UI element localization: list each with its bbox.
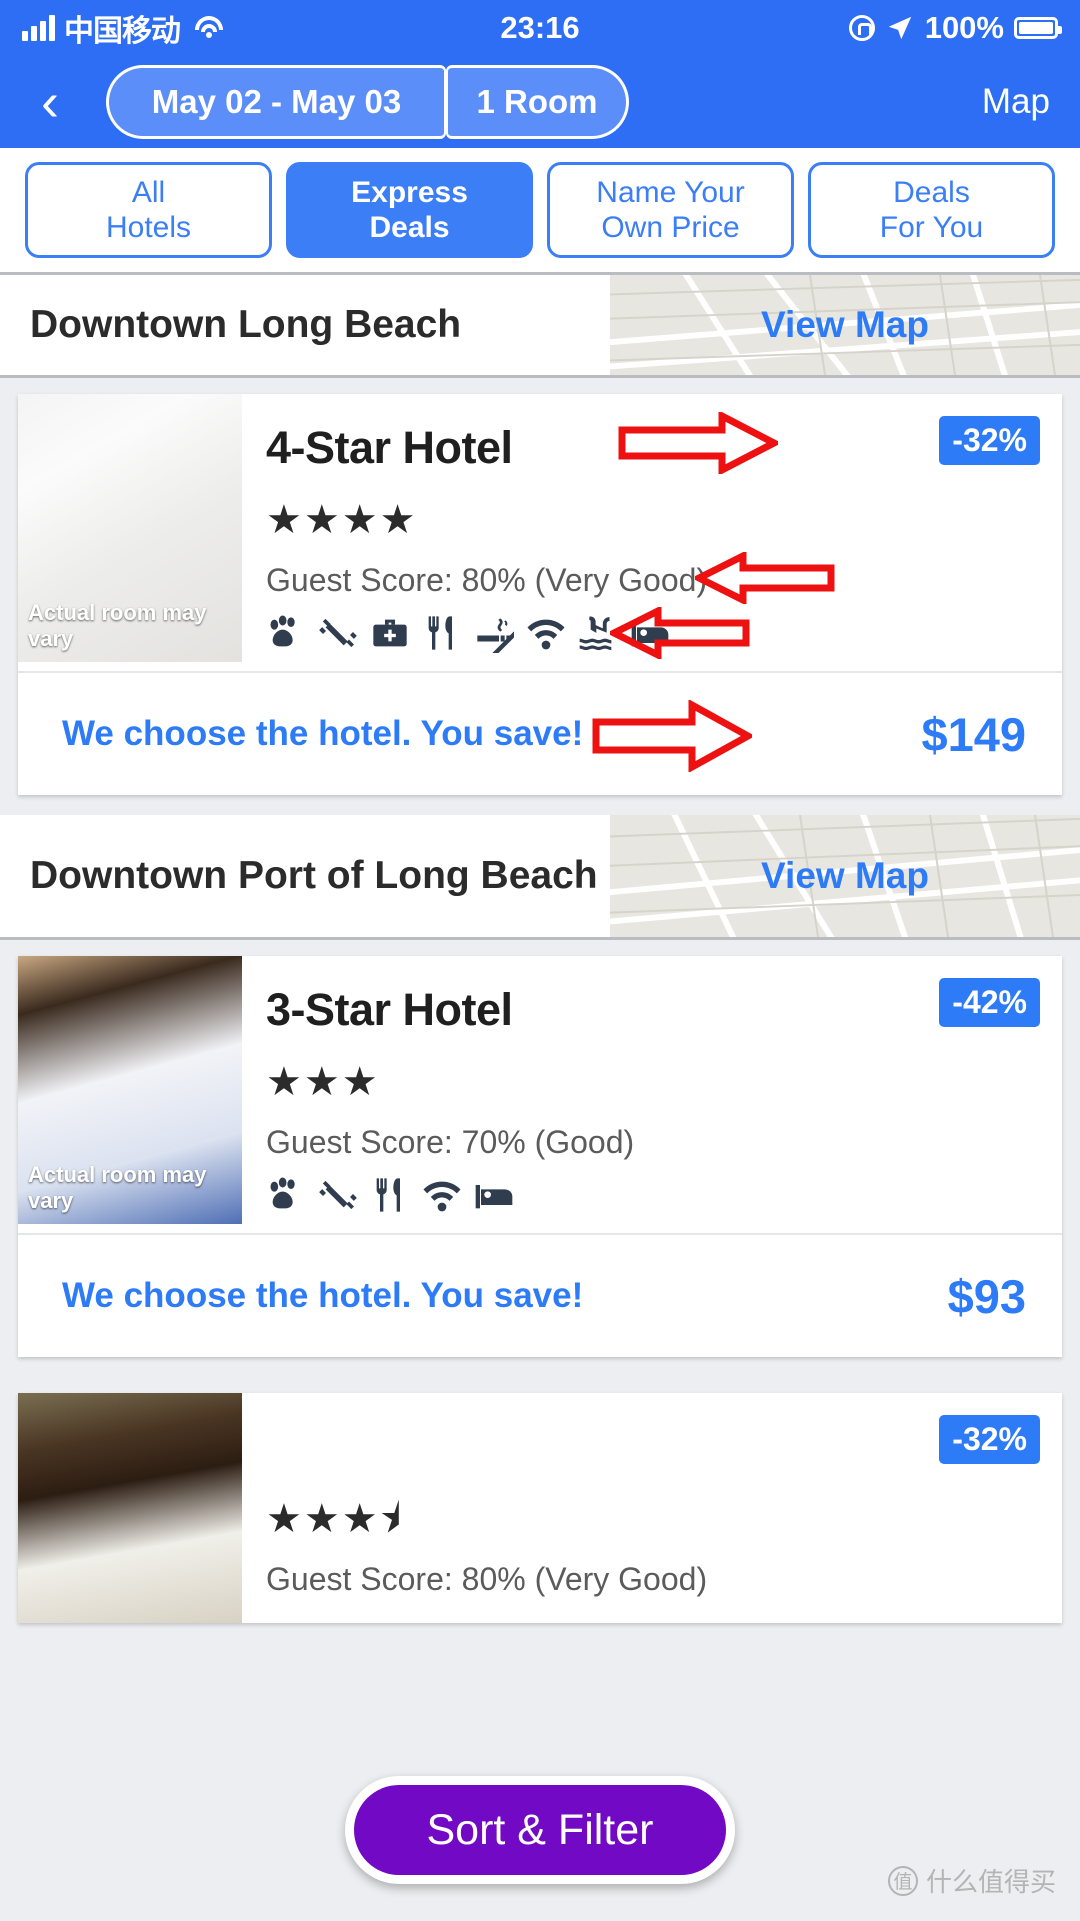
tab-name-your-own-price[interactable]: Name Your Own Price [547,162,794,258]
hotel-card-wrapper-1: Actual room may vary -32% 4-Star Hotel ★… [0,378,1080,815]
hotel-info: -32% ★★★⯨ Guest Score: 80% (Very Good) [242,1393,1062,1623]
amenity-icons [266,613,1038,653]
restaurant-icon [428,616,452,650]
hotel-thumbnail: Actual room may vary [18,956,242,1224]
view-map-link[interactable]: View Map [761,855,929,897]
section-title: Downtown Long Beach [30,302,462,346]
guest-score-label: Guest Score: 80% (Very Good) [266,1561,708,1597]
location-arrow-icon [888,16,911,39]
discount-badge: -32% [939,416,1040,465]
app-screen: 中国移动 23:16 100% ‹ May 02 - May 03 1 Room… [0,0,1080,1921]
discount-badge: -42% [939,978,1040,1027]
star-rating: ★★★⯨ [266,1497,403,1541]
hotel-card-top: -32% ★★★⯨ Guest Score: 80% (Very Good) [18,1393,1062,1623]
tab-label-line2: For You [879,211,984,244]
wifi-icon [527,619,565,650]
fitness-icon [319,618,357,648]
back-button[interactable]: ‹ [22,74,78,130]
hotel-name: 3-Star Hotel [266,984,513,1035]
tab-label-line1: All [131,175,166,209]
battery-icon [1014,16,1062,39]
wifi-icon [423,1181,461,1212]
guest-score-label: Guest Score: 80% (Very Good) [266,562,708,598]
rooms-button[interactable]: 1 Room [446,64,629,139]
save-message: We choose the hotel. You save! [62,1276,584,1315]
star-rating: ★★★★ [266,498,418,542]
tab-label-line1: Name Your [596,175,745,209]
pet-friendly-icon [270,615,295,647]
hotel-card-footer[interactable]: We choose the hotel. You save! $149 [18,671,1062,795]
tab-label-line2: Hotels [105,211,192,244]
date-range-button[interactable]: May 02 - May 03 [106,64,446,139]
status-bar-right: 100% [848,9,1062,46]
hotel-price: $149 [921,707,1026,761]
deal-type-tabs: All Hotels Express Deals Name Your Own P… [0,148,1080,275]
tab-label-line2: Deals [369,211,450,244]
hotel-name: 4-Star Hotel [266,422,513,473]
nav-bar: ‹ May 02 - May 03 1 Room Map [0,55,1080,148]
section-map-thumbnail[interactable]: View Map [610,815,1080,937]
hotel-card-4-star[interactable]: Actual room may vary -32% 4-Star Hotel ★… [18,394,1062,795]
thumbnail-caption: Actual room may vary [28,1162,207,1213]
tab-all-hotels[interactable]: All Hotels [25,162,272,258]
pool-icon [579,616,612,651]
hotel-card-wrapper-2: Actual room may vary -42% 3-Star Hotel ★… [0,940,1080,1377]
hotel-card-top: Actual room may vary -32% 4-Star Hotel ★… [18,394,1062,671]
tab-label-line1: Deals [893,175,970,209]
status-bar: 中国移动 23:16 100% [0,0,1080,55]
section-header-downtown-port-of-long-beach: Downtown Port of Long Beach View Map [0,815,1080,940]
view-map-link[interactable]: View Map [761,304,929,346]
star-rating: ★★★ [266,1060,380,1104]
watermark-text: 什么值得买 [925,1867,1056,1897]
pet-friendly-icon [270,1177,295,1209]
battery-percent-label: 100% [924,9,1004,45]
guest-score-label: Guest Score: 70% (Good) [266,1124,635,1160]
watermark-badge: 值 [887,1865,918,1896]
hotel-card-footer[interactable]: We choose the hotel. You save! $93 [18,1233,1062,1357]
restaurant-icon [376,1178,400,1212]
hotel-thumbnail [18,1393,242,1623]
hotel-card-top: Actual room may vary -42% 3-Star Hotel ★… [18,956,1062,1233]
tab-label-line2: Own Price [601,211,740,244]
bed-icon [475,1185,513,1209]
no-smoking-icon [477,618,514,653]
search-criteria-group: May 02 - May 03 1 Room [106,64,629,139]
hotel-thumbnail: Actual room may vary [18,394,242,662]
discount-badge: -32% [939,1415,1040,1464]
business-center-icon [373,619,407,647]
tab-express-deals[interactable]: Express Deals [286,162,533,258]
amenity-icons [266,1175,1038,1215]
section-map-thumbnail[interactable]: View Map [610,275,1080,375]
hotel-price: $93 [947,1269,1026,1323]
hotel-info: -32% 4-Star Hotel ★★★★ Guest Score: 80% … [242,394,1062,671]
lock-rotation-icon [848,14,875,41]
section-header-downtown-long-beach: Downtown Long Beach View Map [0,275,1080,378]
sort-and-filter-button[interactable]: Sort & Filter [345,1776,735,1884]
thumbnail-caption: Actual room may vary [28,600,207,651]
tab-label-line1: Express [351,175,468,209]
watermark: 值 什么值得买 [887,1862,1056,1899]
tab-deals-for-you[interactable]: Deals For You [808,162,1055,258]
save-message: We choose the hotel. You save! [62,714,584,753]
hotel-card-partial[interactable]: -32% ★★★⯨ Guest Score: 80% (Very Good) [18,1393,1062,1623]
map-button[interactable]: Map [982,82,1058,122]
hotel-card-wrapper-3: -32% ★★★⯨ Guest Score: 80% (Very Good) [0,1377,1080,1623]
hotel-info: -42% 3-Star Hotel ★★★ Guest Score: 70% (… [242,956,1062,1233]
hotel-card-3-star[interactable]: Actual room may vary -42% 3-Star Hotel ★… [18,956,1062,1357]
section-title: Downtown Port of Long Beach [30,853,598,897]
bed-icon [631,623,669,647]
fitness-icon [319,1180,357,1210]
